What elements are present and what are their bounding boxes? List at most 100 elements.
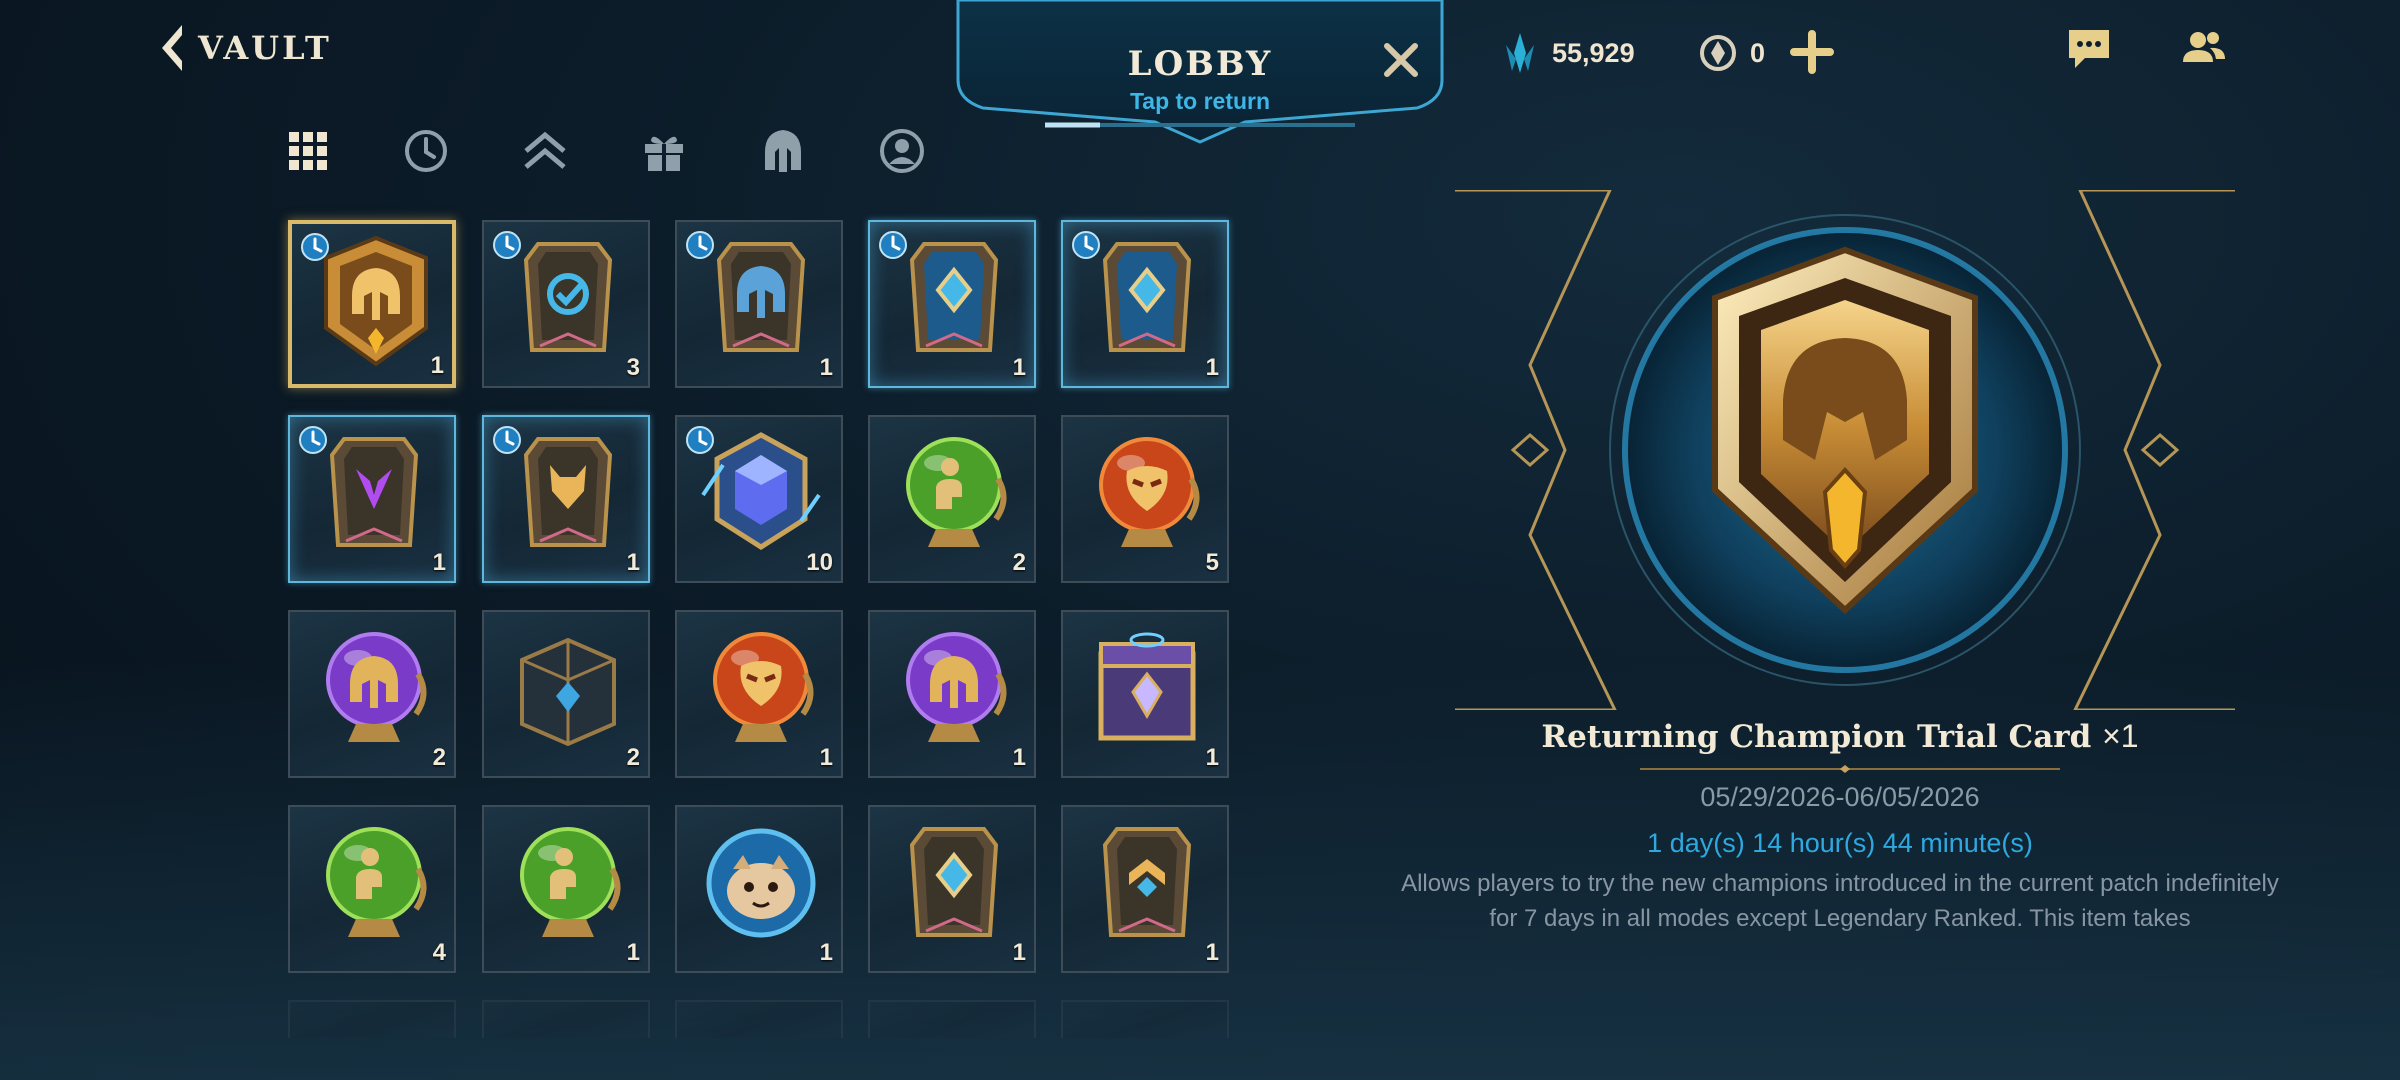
- vault-item-tile[interactable]: 3: [482, 220, 650, 388]
- gift-icon: [645, 136, 683, 171]
- back-button[interactable]: VAULT: [158, 20, 332, 76]
- vault-item-tile[interactable]: 1: [288, 220, 456, 388]
- item-validity-dates: 05/29/2026-06/05/2026: [1700, 782, 1980, 812]
- lobby-subtitle: Tap to return: [1129, 88, 1271, 114]
- vault-item-tile[interactable]: 10: [675, 415, 843, 583]
- filter-tab-timed[interactable]: [399, 124, 453, 178]
- vault-item-tile[interactable]: 1: [868, 610, 1036, 778]
- friends-icon[interactable]: [2180, 26, 2228, 72]
- item-orb-purple-helmet-icon: [306, 620, 442, 756]
- vault-item-tile[interactable]: 5: [1061, 415, 1229, 583]
- vault-item-tile[interactable]: 1: [868, 805, 1036, 973]
- vault-item-tile[interactable]: 1: [482, 415, 650, 583]
- vault-item-tile[interactable]: 4: [288, 805, 456, 973]
- lobby-title: LOBBY: [1127, 44, 1273, 84]
- vault-item-tile[interactable]: 1: [868, 220, 1036, 388]
- item-count: 1: [1012, 939, 1026, 966]
- vault-item-tile-partial: [1061, 1000, 1229, 1038]
- vault-item-tile[interactable]: 1: [675, 610, 843, 778]
- item-count: 1: [819, 354, 833, 381]
- wild-cores-icon: [1700, 35, 1736, 71]
- item-orb-purple-helmet-icon: [886, 620, 1022, 756]
- item-orb-green-icon: [500, 815, 636, 951]
- item-count: 10: [806, 549, 833, 576]
- item-orb-red-mask-icon: [1079, 425, 1215, 561]
- vault-item-tile[interactable]: 1: [482, 805, 650, 973]
- vault-item-tile[interactable]: 2: [482, 610, 650, 778]
- filter-tab-upgrade[interactable]: [518, 124, 572, 178]
- filter-tab-all[interactable]: [281, 124, 335, 178]
- item-orb-red-mask-icon: [693, 620, 829, 756]
- clock-icon: [405, 130, 447, 172]
- item-detail-quantity: ×1: [2102, 718, 2139, 754]
- item-count: 1: [819, 939, 833, 966]
- item-count: 2: [432, 744, 446, 771]
- timed-clock-icon: [1071, 230, 1101, 260]
- vault-item-tile-partial: [868, 1000, 1036, 1038]
- item-count: 3: [626, 354, 640, 381]
- item-count: 1: [1205, 744, 1219, 771]
- timed-clock-icon: [685, 425, 715, 455]
- item-count: 2: [1012, 549, 1026, 576]
- title-divider: [1640, 765, 2060, 773]
- vault-item-tile[interactable]: 1: [1061, 220, 1229, 388]
- filter-tab-profile[interactable]: [875, 124, 929, 178]
- vault-item-tile[interactable]: 1: [1061, 805, 1229, 973]
- vault-item-tile[interactable]: 1: [675, 805, 843, 973]
- vault-item-tile-partial: [288, 1000, 456, 1038]
- item-count: 1: [1012, 354, 1026, 381]
- vault-item-tile[interactable]: 1: [675, 220, 843, 388]
- timed-clock-icon: [298, 425, 328, 455]
- item-count: 1: [626, 549, 640, 576]
- blue-essence-amount: 55,929: [1552, 37, 1635, 68]
- vault-item-tile-partial: [675, 1000, 843, 1038]
- profile-icon: [880, 129, 924, 173]
- item-count: 1: [432, 549, 446, 576]
- item-count: 5: [1205, 549, 1219, 576]
- chat-icon[interactable]: [2065, 26, 2113, 72]
- blue-essence-icon: [1506, 33, 1534, 73]
- vault-item-tile[interactable]: 1: [288, 415, 456, 583]
- item-chest-ornate-icon: [1079, 620, 1215, 756]
- item-time-remaining: 1 day(s) 14 hour(s) 44 minute(s): [1647, 828, 2033, 858]
- timed-clock-icon: [492, 230, 522, 260]
- item-orb-green-icon: [306, 815, 442, 951]
- chevron-left-icon: [162, 25, 182, 71]
- vault-item-tile[interactable]: 2: [288, 610, 456, 778]
- item-description: Allows players to try the new champions …: [1401, 870, 2279, 932]
- timed-clock-icon: [685, 230, 715, 260]
- close-icon[interactable]: [1379, 38, 1423, 82]
- item-detail-showcase: [1455, 190, 2235, 710]
- item-count: 1: [1205, 354, 1219, 381]
- blue-essence-counter: 55,929: [1500, 28, 1635, 78]
- vault-item-tile[interactable]: 2: [868, 415, 1036, 583]
- helmet-icon: [765, 130, 801, 172]
- item-count: 1: [1205, 939, 1219, 966]
- item-orb-poro-icon: [693, 815, 829, 951]
- filter-tab-champion[interactable]: [756, 124, 810, 178]
- plus-icon[interactable]: [1790, 30, 1834, 74]
- item-count: 4: [432, 939, 446, 966]
- item-count: 1: [626, 939, 640, 966]
- item-chest-dark-icon: [500, 620, 636, 756]
- vault-item-tile[interactable]: 1: [1061, 610, 1229, 778]
- item-detail-name: Returning Champion Trial Card: [1541, 719, 2092, 755]
- double-chevron-up-icon: [524, 131, 566, 169]
- timed-clock-icon: [492, 425, 522, 455]
- item-count: 2: [626, 744, 640, 771]
- wild-cores-counter: 0: [1698, 28, 1765, 78]
- lobby-return-banner[interactable]: LOBBY Tap to return: [955, 0, 1445, 145]
- wild-cores-amount: 0: [1750, 37, 1766, 68]
- item-orb-green-icon: [886, 425, 1022, 561]
- item-count: 1: [430, 352, 444, 379]
- item-card-gold-gem-icon: [886, 815, 1022, 951]
- page-title: VAULT: [198, 29, 332, 67]
- timed-clock-icon: [878, 230, 908, 260]
- item-detail-title: Returning Champion Trial Card ×1: [1400, 718, 2280, 755]
- item-count: 1: [1012, 744, 1026, 771]
- item-card-gold-chevron-icon: [1079, 815, 1215, 951]
- timed-clock-icon: [300, 232, 330, 262]
- grid-icon: [289, 132, 327, 170]
- vault-item-tile-partial: [482, 1000, 650, 1038]
- filter-tab-gift[interactable]: [637, 124, 691, 178]
